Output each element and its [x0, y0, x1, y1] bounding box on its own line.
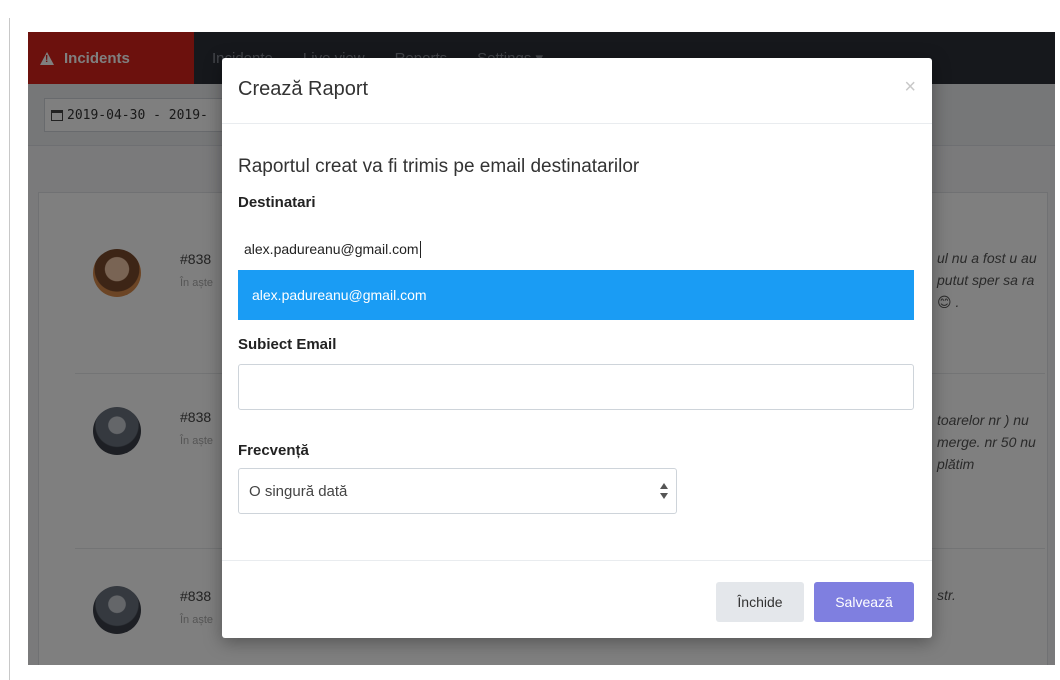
subject-input[interactable] — [238, 364, 914, 410]
save-button[interactable]: Salvează — [814, 582, 914, 622]
recipients-input[interactable]: alex.padureanu@gmail.com — [238, 228, 914, 270]
dialog-title: Crează Raport — [238, 78, 369, 100]
recipients-label: Destinatari — [238, 194, 316, 211]
select-arrows-icon — [660, 483, 668, 501]
dialog-header: Crează Raport × — [222, 58, 932, 124]
frequency-label: Frecvență — [238, 442, 309, 459]
suggestion-label: alex.padureanu@gmail.com — [252, 287, 427, 303]
dialog-footer: Închide Salvează — [222, 560, 932, 638]
dialog-intro-text: Raportul creat va fi trimis pe email des… — [238, 156, 640, 177]
text-caret — [419, 240, 421, 258]
close-icon[interactable]: × — [904, 76, 916, 99]
autocomplete-suggestion[interactable]: alex.padureanu@gmail.com — [238, 270, 914, 320]
page-left-border — [9, 18, 10, 680]
create-report-dialog: Crează Raport × Raportul creat va fi tri… — [222, 58, 932, 638]
frequency-selected: O singură dată — [249, 482, 348, 500]
subject-label: Subiect Email — [238, 336, 337, 353]
frequency-select[interactable]: O singură dată — [238, 468, 677, 514]
recipients-value: alex.padureanu@gmail.com — [244, 241, 419, 257]
close-button[interactable]: Închide — [716, 582, 804, 622]
